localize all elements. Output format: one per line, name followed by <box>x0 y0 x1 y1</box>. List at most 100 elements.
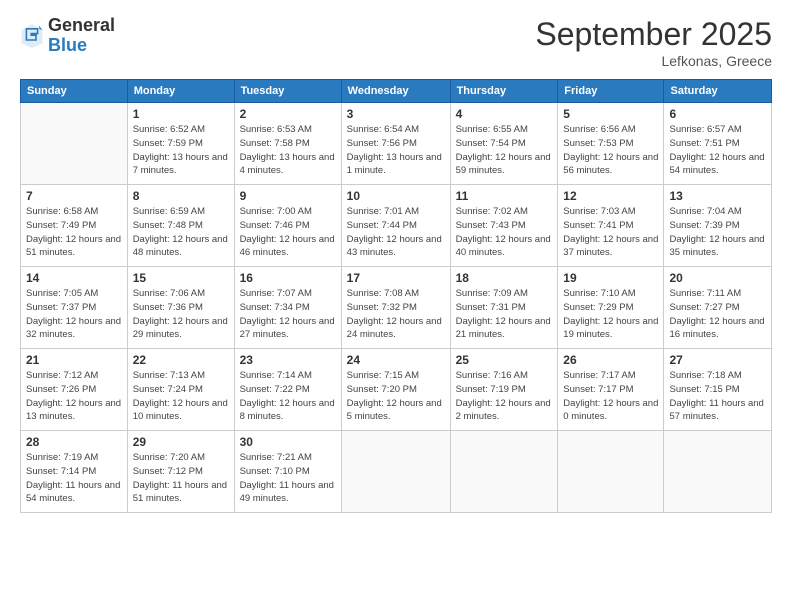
calendar-cell: 30 Sunrise: 7:21 AMSunset: 7:10 PMDaylig… <box>234 431 341 513</box>
header: General Blue September 2025 Lefkonas, Gr… <box>20 16 772 69</box>
calendar-cell: 22 Sunrise: 7:13 AMSunset: 7:24 PMDaylig… <box>127 349 234 431</box>
calendar-cell <box>664 431 772 513</box>
calendar-cell: 10 Sunrise: 7:01 AMSunset: 7:44 PMDaylig… <box>341 185 450 267</box>
day-number: 29 <box>133 435 229 449</box>
day-info: Sunrise: 6:56 AMSunset: 7:53 PMDaylight:… <box>563 123 658 178</box>
calendar-week-row: 28 Sunrise: 7:19 AMSunset: 7:14 PMDaylig… <box>21 431 772 513</box>
day-number: 17 <box>347 271 445 285</box>
calendar-week-row: 21 Sunrise: 7:12 AMSunset: 7:26 PMDaylig… <box>21 349 772 431</box>
day-number: 8 <box>133 189 229 203</box>
day-info: Sunrise: 7:15 AMSunset: 7:20 PMDaylight:… <box>347 369 445 424</box>
logo: General Blue <box>20 16 115 56</box>
day-number: 13 <box>669 189 766 203</box>
calendar-cell: 23 Sunrise: 7:14 AMSunset: 7:22 PMDaylig… <box>234 349 341 431</box>
day-info: Sunrise: 7:02 AMSunset: 7:43 PMDaylight:… <box>456 205 553 260</box>
day-info: Sunrise: 6:59 AMSunset: 7:48 PMDaylight:… <box>133 205 229 260</box>
calendar-cell: 2 Sunrise: 6:53 AMSunset: 7:58 PMDayligh… <box>234 103 341 185</box>
calendar-cell: 27 Sunrise: 7:18 AMSunset: 7:15 PMDaylig… <box>664 349 772 431</box>
day-number: 3 <box>347 107 445 121</box>
day-info: Sunrise: 7:12 AMSunset: 7:26 PMDaylight:… <box>26 369 122 424</box>
calendar-cell: 12 Sunrise: 7:03 AMSunset: 7:41 PMDaylig… <box>558 185 664 267</box>
day-info: Sunrise: 7:09 AMSunset: 7:31 PMDaylight:… <box>456 287 553 342</box>
day-number: 24 <box>347 353 445 367</box>
month-title: September 2025 <box>535 16 772 53</box>
calendar-cell: 17 Sunrise: 7:08 AMSunset: 7:32 PMDaylig… <box>341 267 450 349</box>
calendar-cell: 26 Sunrise: 7:17 AMSunset: 7:17 PMDaylig… <box>558 349 664 431</box>
calendar-cell: 14 Sunrise: 7:05 AMSunset: 7:37 PMDaylig… <box>21 267 128 349</box>
col-friday: Friday <box>558 80 664 103</box>
calendar-cell: 20 Sunrise: 7:11 AMSunset: 7:27 PMDaylig… <box>664 267 772 349</box>
day-number: 6 <box>669 107 766 121</box>
calendar-week-row: 1 Sunrise: 6:52 AMSunset: 7:59 PMDayligh… <box>21 103 772 185</box>
col-monday: Monday <box>127 80 234 103</box>
logo-text: General Blue <box>48 16 115 56</box>
day-number: 10 <box>347 189 445 203</box>
col-wednesday: Wednesday <box>341 80 450 103</box>
day-info: Sunrise: 7:06 AMSunset: 7:36 PMDaylight:… <box>133 287 229 342</box>
day-number: 23 <box>240 353 336 367</box>
day-info: Sunrise: 6:58 AMSunset: 7:49 PMDaylight:… <box>26 205 122 260</box>
calendar-cell: 19 Sunrise: 7:10 AMSunset: 7:29 PMDaylig… <box>558 267 664 349</box>
day-info: Sunrise: 7:21 AMSunset: 7:10 PMDaylight:… <box>240 451 336 506</box>
day-info: Sunrise: 6:57 AMSunset: 7:51 PMDaylight:… <box>669 123 766 178</box>
calendar-cell: 28 Sunrise: 7:19 AMSunset: 7:14 PMDaylig… <box>21 431 128 513</box>
day-number: 11 <box>456 189 553 203</box>
calendar-cell: 1 Sunrise: 6:52 AMSunset: 7:59 PMDayligh… <box>127 103 234 185</box>
day-info: Sunrise: 7:05 AMSunset: 7:37 PMDaylight:… <box>26 287 122 342</box>
day-number: 25 <box>456 353 553 367</box>
col-saturday: Saturday <box>664 80 772 103</box>
day-number: 16 <box>240 271 336 285</box>
calendar-cell: 8 Sunrise: 6:59 AMSunset: 7:48 PMDayligh… <box>127 185 234 267</box>
day-number: 2 <box>240 107 336 121</box>
calendar-cell: 18 Sunrise: 7:09 AMSunset: 7:31 PMDaylig… <box>450 267 558 349</box>
day-info: Sunrise: 7:20 AMSunset: 7:12 PMDaylight:… <box>133 451 229 506</box>
day-info: Sunrise: 7:16 AMSunset: 7:19 PMDaylight:… <box>456 369 553 424</box>
day-number: 26 <box>563 353 658 367</box>
day-number: 18 <box>456 271 553 285</box>
day-number: 9 <box>240 189 336 203</box>
day-number: 22 <box>133 353 229 367</box>
title-block: September 2025 Lefkonas, Greece <box>535 16 772 69</box>
day-info: Sunrise: 7:13 AMSunset: 7:24 PMDaylight:… <box>133 369 229 424</box>
day-info: Sunrise: 7:07 AMSunset: 7:34 PMDaylight:… <box>240 287 336 342</box>
calendar-cell: 11 Sunrise: 7:02 AMSunset: 7:43 PMDaylig… <box>450 185 558 267</box>
calendar-cell: 16 Sunrise: 7:07 AMSunset: 7:34 PMDaylig… <box>234 267 341 349</box>
calendar-cell: 24 Sunrise: 7:15 AMSunset: 7:20 PMDaylig… <box>341 349 450 431</box>
calendar-cell <box>558 431 664 513</box>
day-number: 14 <box>26 271 122 285</box>
day-info: Sunrise: 7:04 AMSunset: 7:39 PMDaylight:… <box>669 205 766 260</box>
day-info: Sunrise: 7:14 AMSunset: 7:22 PMDaylight:… <box>240 369 336 424</box>
calendar-cell: 5 Sunrise: 6:56 AMSunset: 7:53 PMDayligh… <box>558 103 664 185</box>
calendar-cell: 25 Sunrise: 7:16 AMSunset: 7:19 PMDaylig… <box>450 349 558 431</box>
calendar-cell: 13 Sunrise: 7:04 AMSunset: 7:39 PMDaylig… <box>664 185 772 267</box>
calendar-cell <box>450 431 558 513</box>
day-info: Sunrise: 6:53 AMSunset: 7:58 PMDaylight:… <box>240 123 336 178</box>
day-number: 12 <box>563 189 658 203</box>
day-number: 5 <box>563 107 658 121</box>
logo-general: General <box>48 15 115 35</box>
calendar-cell: 7 Sunrise: 6:58 AMSunset: 7:49 PMDayligh… <box>21 185 128 267</box>
day-info: Sunrise: 6:54 AMSunset: 7:56 PMDaylight:… <box>347 123 445 178</box>
page: General Blue September 2025 Lefkonas, Gr… <box>0 0 792 612</box>
calendar-cell: 4 Sunrise: 6:55 AMSunset: 7:54 PMDayligh… <box>450 103 558 185</box>
day-info: Sunrise: 6:55 AMSunset: 7:54 PMDaylight:… <box>456 123 553 178</box>
day-number: 19 <box>563 271 658 285</box>
day-number: 27 <box>669 353 766 367</box>
day-info: Sunrise: 7:11 AMSunset: 7:27 PMDaylight:… <box>669 287 766 342</box>
day-number: 21 <box>26 353 122 367</box>
calendar-week-row: 14 Sunrise: 7:05 AMSunset: 7:37 PMDaylig… <box>21 267 772 349</box>
calendar-cell: 6 Sunrise: 6:57 AMSunset: 7:51 PMDayligh… <box>664 103 772 185</box>
day-number: 30 <box>240 435 336 449</box>
logo-blue: Blue <box>48 35 87 55</box>
day-info: Sunrise: 6:52 AMSunset: 7:59 PMDaylight:… <box>133 123 229 178</box>
col-thursday: Thursday <box>450 80 558 103</box>
day-info: Sunrise: 7:17 AMSunset: 7:17 PMDaylight:… <box>563 369 658 424</box>
day-number: 1 <box>133 107 229 121</box>
day-number: 20 <box>669 271 766 285</box>
calendar-cell: 3 Sunrise: 6:54 AMSunset: 7:56 PMDayligh… <box>341 103 450 185</box>
day-info: Sunrise: 7:03 AMSunset: 7:41 PMDaylight:… <box>563 205 658 260</box>
calendar-cell: 15 Sunrise: 7:06 AMSunset: 7:36 PMDaylig… <box>127 267 234 349</box>
col-tuesday: Tuesday <box>234 80 341 103</box>
day-number: 7 <box>26 189 122 203</box>
calendar-cell: 29 Sunrise: 7:20 AMSunset: 7:12 PMDaylig… <box>127 431 234 513</box>
